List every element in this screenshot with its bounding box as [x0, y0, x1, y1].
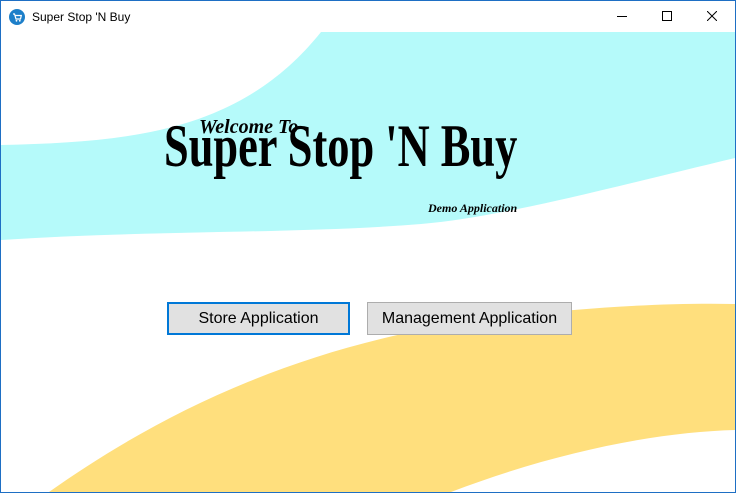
window-title: Super Stop 'N Buy: [32, 10, 131, 24]
background-art: [1, 32, 735, 492]
minimize-button[interactable]: [599, 1, 645, 32]
minimize-icon: [617, 8, 627, 26]
store-application-button[interactable]: Store Application: [167, 302, 350, 335]
splash-panel: Welcome To Super Stop 'N Buy Demo Applic…: [1, 32, 735, 492]
cart-icon: [9, 9, 25, 25]
close-icon: [706, 8, 718, 26]
splash-subtitle: Demo Application: [428, 201, 518, 215]
welcome-text: Welcome To: [199, 116, 299, 138]
title-bar[interactable]: Super Stop 'N Buy: [1, 1, 735, 32]
close-button[interactable]: [689, 1, 735, 32]
app-window: Super Stop 'N Buy Welcome To Super Stop …: [0, 0, 736, 493]
maximize-icon: [662, 8, 672, 26]
management-application-button[interactable]: Management Application: [367, 302, 572, 335]
maximize-button[interactable]: [644, 1, 690, 32]
